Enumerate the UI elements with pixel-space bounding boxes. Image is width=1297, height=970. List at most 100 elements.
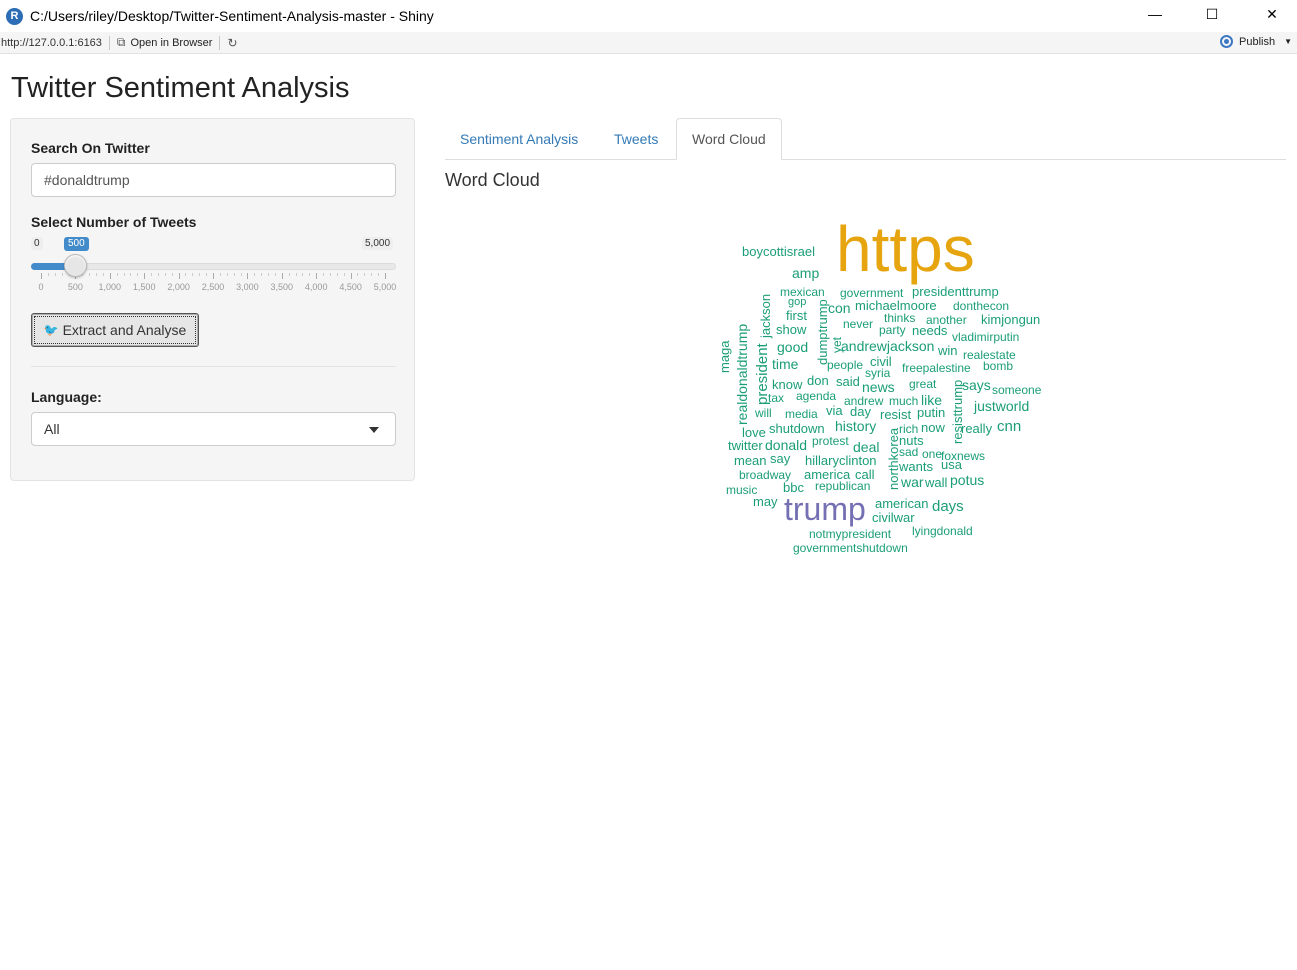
slider-min-label: 0	[31, 237, 43, 250]
slider-minor-tick	[378, 273, 380, 276]
slider-tick	[144, 273, 146, 279]
close-button[interactable]: ✕	[1249, 0, 1295, 28]
slider-minor-tick	[47, 273, 49, 276]
word-cloud-term: michaelmoore	[855, 298, 937, 313]
word-cloud-term: american	[875, 496, 928, 511]
r-app-icon: R	[6, 7, 23, 25]
slider-minor-tick	[254, 273, 256, 276]
word-cloud-term: freepalestine	[902, 361, 971, 375]
slider-minor-tick	[336, 273, 338, 276]
word-cloud-term: day	[850, 404, 871, 419]
publish-button[interactable]: Publish ▼	[1220, 35, 1292, 48]
slider-minor-tick	[199, 273, 201, 276]
word-cloud-term: party	[879, 323, 906, 337]
word-cloud-term: another	[926, 313, 967, 327]
divider	[31, 366, 396, 367]
language-select[interactable]: All	[31, 412, 396, 446]
extract-analyse-button[interactable]: 🐦 Extract and Analyse	[31, 313, 199, 347]
word-cloud-term: someone	[992, 383, 1042, 397]
tab-word-cloud[interactable]: Word Cloud	[676, 118, 782, 160]
slider-tick	[316, 273, 318, 279]
slider-minor-tick	[268, 273, 270, 276]
slider-tick	[178, 273, 180, 279]
word-cloud-term: andrewjackson	[841, 338, 934, 354]
panel-heading: Word Cloud	[445, 170, 540, 190]
slider-minor-tick	[323, 273, 325, 276]
word-cloud-term: tax	[768, 391, 784, 405]
refresh-button[interactable]: ↻	[227, 36, 242, 50]
maximize-button[interactable]: ☐	[1189, 0, 1235, 28]
word-cloud-term: andrew	[844, 394, 884, 408]
word-cloud-term: boycottisrael	[742, 244, 815, 259]
word-cloud-term: know	[772, 377, 803, 392]
word-cloud-term: music	[726, 483, 757, 497]
word-cloud-term: potus	[950, 472, 984, 488]
slider-minor-tick	[96, 273, 98, 276]
word-cloud-term: northkorea	[886, 427, 901, 490]
word-cloud-term: gop	[788, 296, 806, 308]
slider-minor-tick	[295, 273, 297, 276]
word-cloud-term: great	[909, 377, 937, 391]
word-cloud-term: wall	[924, 475, 948, 490]
word-cloud-term: history	[835, 418, 876, 434]
slider-minor-tick	[329, 273, 331, 276]
word-cloud-term: foxnews	[941, 449, 985, 463]
slider-minor-tick	[288, 273, 290, 276]
word-cloud-term: never	[843, 317, 873, 331]
word-cloud-term: say	[770, 451, 791, 466]
window-title: C:/Users/riley/Desktop/Twitter-Sentiment…	[30, 8, 434, 24]
word-cloud-term: much	[889, 394, 918, 408]
search-input[interactable]	[31, 163, 396, 197]
word-cloud-term: broadway	[739, 468, 791, 482]
slider-minor-tick	[364, 273, 366, 276]
slider-minor-tick	[302, 273, 304, 276]
slider-minor-tick	[89, 273, 91, 276]
tab-tweets[interactable]: Tweets	[599, 118, 673, 160]
word-cloud-term: bbc	[783, 480, 804, 495]
word-cloud-term: protest	[812, 434, 849, 448]
word-cloud-term: kimjongun	[981, 312, 1040, 327]
slider-minor-tick	[371, 273, 373, 276]
slider-tick	[109, 273, 111, 279]
page-title: Twitter Sentiment Analysis	[11, 72, 350, 104]
word-cloud-term: governmentshutdown	[793, 541, 908, 555]
word-cloud-term: presidenttrump	[912, 284, 999, 299]
slider-minor-tick	[261, 273, 263, 276]
tweets-count-label: Select Number of Tweets	[31, 214, 197, 230]
word-cloud-term: government	[840, 286, 904, 300]
slider-minor-tick	[226, 273, 228, 276]
slider-tick	[247, 273, 249, 279]
slider-minor-tick	[157, 273, 159, 276]
language-selected-value: All	[44, 421, 60, 437]
sidebar-panel: Search On Twitter Select Number of Tweet…	[10, 118, 415, 481]
slider-minor-tick	[206, 273, 208, 276]
word-cloud-term: usa	[941, 457, 963, 472]
word-cloud-term: donthecon	[953, 299, 1009, 313]
word-cloud-term: https	[836, 213, 975, 285]
word-cloud-term: days	[932, 498, 964, 515]
word-cloud-term: nuts	[899, 433, 924, 448]
word-cloud-term: says	[962, 377, 991, 393]
word-cloud-term: putin	[917, 405, 945, 420]
slider-value-label: 500	[64, 237, 89, 251]
slider-minor-tick	[192, 273, 194, 276]
word-cloud-term: like	[921, 392, 942, 408]
slider-handle[interactable]	[64, 254, 87, 277]
tab-sentiment-analysis[interactable]: Sentiment Analysis	[445, 118, 593, 160]
word-cloud-term: call	[855, 467, 875, 482]
open-in-browser-button[interactable]: ⧉ Open in Browser	[117, 35, 213, 50]
chevron-down-icon[interactable]: ▼	[1284, 37, 1292, 46]
word-cloud-term: resisttrump	[950, 380, 965, 444]
word-cloud-term: trump	[784, 491, 866, 527]
url-label: http://127.0.0.1:6163	[1, 36, 102, 49]
slider-minor-tick	[357, 273, 359, 276]
slider-minor-tick	[274, 273, 276, 276]
extract-analyse-label: Extract and Analyse	[62, 322, 187, 338]
word-cloud-term: first	[786, 308, 807, 323]
slider-tick	[213, 273, 214, 279]
word-cloud-term: realdonaldtrump	[734, 324, 750, 425]
minimize-button[interactable]: —	[1132, 0, 1178, 28]
open-in-browser-label: Open in Browser	[130, 36, 213, 49]
word-cloud-term: don	[807, 373, 829, 388]
word-cloud-term: sad	[899, 445, 918, 459]
